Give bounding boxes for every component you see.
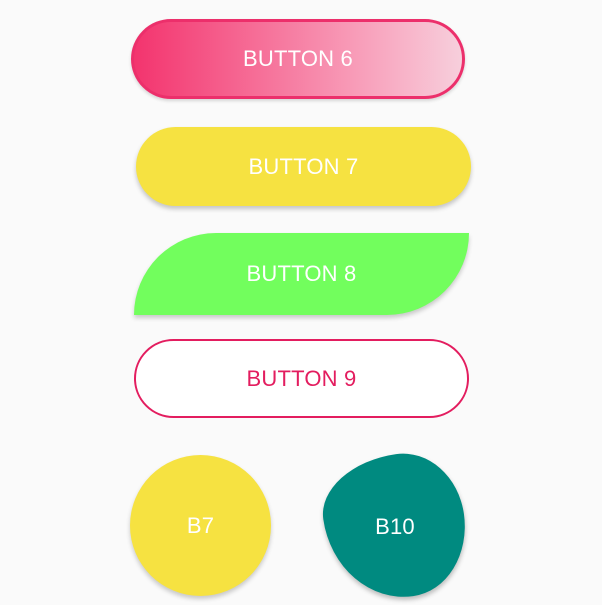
b7-circle-button[interactable]: B7 [130, 455, 271, 596]
button-7-label: BUTTON 7 [248, 153, 359, 179]
b7-label: B7 [186, 512, 215, 538]
button-9[interactable]: BUTTON 9 [134, 339, 469, 418]
button-8[interactable]: BUTTON 8 [134, 233, 469, 315]
b10-blob-button[interactable]: B10 [315, 445, 475, 605]
button-showcase-screen: BUTTON 6 BUTTON 7 BUTTON 8 BUTTON 9 B7 B… [0, 0, 602, 605]
button-6-label: BUTTON 6 [243, 46, 353, 71]
button-6[interactable]: BUTTON 6 [131, 19, 465, 99]
button-8-label: BUTTON 8 [246, 261, 357, 286]
button-7[interactable]: BUTTON 7 [136, 127, 471, 206]
b10-label: B10 [375, 513, 415, 539]
button-9-label: BUTTON 9 [246, 365, 357, 391]
